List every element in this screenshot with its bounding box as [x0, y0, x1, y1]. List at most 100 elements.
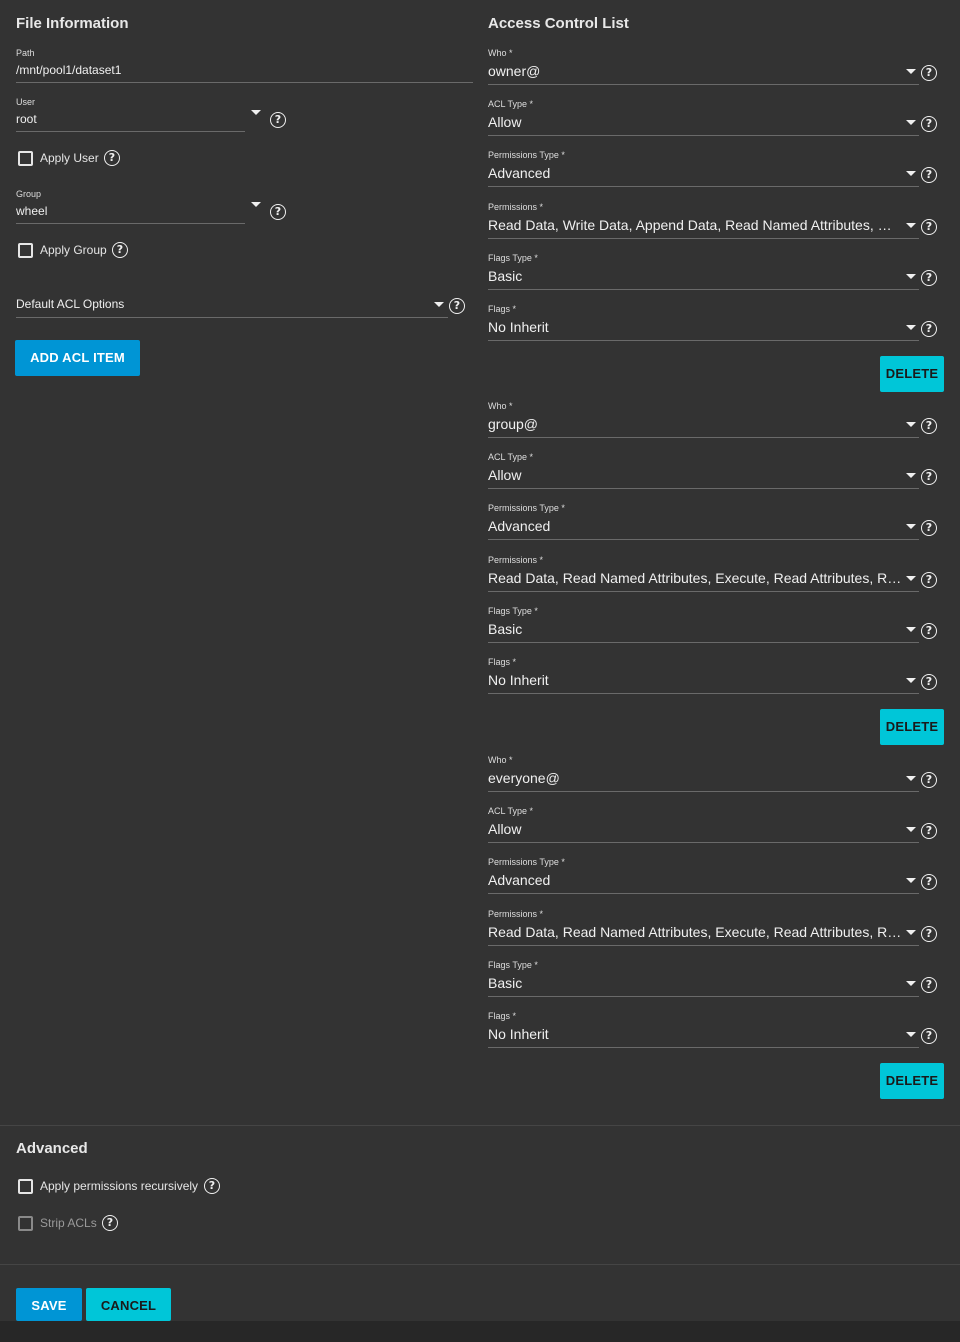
- group-select[interactable]: Group wheel: [16, 189, 245, 224]
- acl-item-0-permissions-help-icon[interactable]: ?: [921, 219, 937, 235]
- acl-item-2-acl-type-underline: [488, 842, 919, 843]
- apply-user-checkbox[interactable]: [18, 151, 33, 166]
- acl-item-1-permissions-caret-down-icon[interactable]: [906, 576, 916, 581]
- acl-item-1-flags-type-caret-down-icon[interactable]: [906, 627, 916, 632]
- acl-item-1-acl-type-help-icon[interactable]: ?: [921, 469, 937, 485]
- path-underline: [16, 82, 473, 83]
- acl-item-1-perm-type-caret-down-icon[interactable]: [906, 524, 916, 529]
- acl-item-0-acl-type-help-icon[interactable]: ?: [921, 116, 937, 132]
- acl-item-1-who-help-icon[interactable]: ?: [921, 418, 937, 434]
- acl-item-1-delete-button[interactable]: DELETE: [880, 709, 944, 745]
- acl-item-1-perm-type-help-icon[interactable]: ?: [921, 520, 937, 536]
- acl-item-2-acl-type-select[interactable]: ACL Type * Allow: [488, 806, 919, 843]
- acl-item-1-flags-caret-down-icon[interactable]: [906, 678, 916, 683]
- acl-item-2-permissions-label: Permissions *: [488, 909, 544, 919]
- acl-item-0-flags-select[interactable]: Flags * No Inherit: [488, 304, 919, 341]
- acl-item-2-perm-type-select[interactable]: Permissions Type * Advanced: [488, 857, 919, 894]
- acl-item-1-acl-type-select[interactable]: ACL Type * Allow: [488, 452, 919, 489]
- acl-item-0-perm-type-underline: [488, 186, 919, 187]
- group-help-icon[interactable]: ?: [270, 204, 286, 220]
- acl-item-2-who-caret-down-icon[interactable]: [906, 776, 916, 781]
- acl-item-0-perm-type-help-icon[interactable]: ?: [921, 167, 937, 183]
- acl-item-1-flags-select[interactable]: Flags * No Inherit: [488, 657, 919, 694]
- acl-item-2-perm-type-caret-down-icon[interactable]: [906, 878, 916, 883]
- acl-item-1-who-caret-down-icon[interactable]: [906, 422, 916, 427]
- apply-group-checkbox[interactable]: [18, 243, 33, 258]
- acl-item-2-permissions-select[interactable]: Permissions * Read Data, Read Named Attri…: [488, 909, 919, 946]
- page-bottom-strip: [0, 1321, 960, 1342]
- strip-acls-help-icon[interactable]: ?: [102, 1215, 118, 1231]
- acl-item-0-acl-type-caret-down-icon[interactable]: [906, 120, 916, 125]
- acl-item-1-flags-type-select[interactable]: Flags Type * Basic: [488, 606, 919, 643]
- group-caret-down-icon[interactable]: [251, 202, 261, 207]
- path-field[interactable]: Path /mnt/pool1/dataset1: [16, 48, 473, 83]
- acl-item-2-flags-caret-down-icon[interactable]: [906, 1032, 916, 1037]
- acl-item-2-flags-type-select[interactable]: Flags Type * Basic: [488, 960, 919, 997]
- add-acl-item-button[interactable]: ADD ACL ITEM: [15, 340, 140, 376]
- acl-item-1-perm-type-select[interactable]: Permissions Type * Advanced: [488, 503, 919, 540]
- acl-item-2-acl-type-help-icon[interactable]: ?: [921, 823, 937, 839]
- acl-item-0-perm-type-value: Advanced: [488, 165, 551, 181]
- acl-item-0-permissions-select[interactable]: Permissions * Read Data, Write Data, Appe…: [488, 202, 919, 239]
- acl-item-2-flags-help-icon[interactable]: ?: [921, 1028, 937, 1044]
- acl-item-0-flags-type-caret-down-icon[interactable]: [906, 274, 916, 279]
- apply-group-help-icon[interactable]: ?: [112, 242, 128, 258]
- acl-item-2-who-value: everyone@: [488, 770, 560, 786]
- acl-item-0-who-select[interactable]: Who * owner@: [488, 48, 919, 85]
- apply-recursively-checkbox[interactable]: [18, 1179, 33, 1194]
- acl-item-2-who-help-icon[interactable]: ?: [921, 772, 937, 788]
- acl-item-1-flags-type-help-icon[interactable]: ?: [921, 623, 937, 639]
- default-acl-help-icon[interactable]: ?: [449, 298, 465, 314]
- apply-recursively-help-icon[interactable]: ?: [204, 1178, 220, 1194]
- default-acl-options-select[interactable]: Default ACL Options: [16, 296, 448, 318]
- acl-item-2-delete-button[interactable]: DELETE: [880, 1063, 944, 1099]
- acl-item-1-perm-type-label: Permissions Type *: [488, 503, 565, 513]
- apply-user-help-icon[interactable]: ?: [104, 150, 120, 166]
- acl-item-1-who-select[interactable]: Who * group@: [488, 401, 919, 438]
- acl-item-2-flags-type-help-icon[interactable]: ?: [921, 977, 937, 993]
- user-caret-down-icon[interactable]: [251, 110, 261, 115]
- acl-item-2-flags-underline: [488, 1047, 919, 1048]
- user-help-icon[interactable]: ?: [270, 112, 286, 128]
- acl-item-1-perm-type-value: Advanced: [488, 518, 551, 534]
- acl-item-2-acl-type-value: Allow: [488, 821, 522, 837]
- acl-item-0-delete-button[interactable]: DELETE: [880, 356, 944, 392]
- acl-item-0-who-caret-down-icon[interactable]: [906, 69, 916, 74]
- acl-item-1-acl-type-label: ACL Type *: [488, 452, 534, 462]
- acl-item-0-flags-type-select[interactable]: Flags Type * Basic: [488, 253, 919, 290]
- acl-item-1-permissions-help-icon[interactable]: ?: [921, 572, 937, 588]
- acl-item-2-flags-type-caret-down-icon[interactable]: [906, 981, 916, 986]
- acl-item-1-acl-type-caret-down-icon[interactable]: [906, 473, 916, 478]
- acl-item-2-acl-type-label: ACL Type *: [488, 806, 534, 816]
- acl-item-0-acl-type-select[interactable]: ACL Type * Allow: [488, 99, 919, 136]
- acl-item-2-flags-value: No Inherit: [488, 1026, 549, 1042]
- acl-item-1-perm-type-underline: [488, 539, 919, 540]
- acl-item-0-flags-underline: [488, 340, 919, 341]
- acl-item-0-flags-value: No Inherit: [488, 319, 549, 335]
- acl-item-1-flags-help-icon[interactable]: ?: [921, 674, 937, 690]
- acl-item-0-flags-type-help-icon[interactable]: ?: [921, 270, 937, 286]
- acl-item-2-permissions-caret-down-icon[interactable]: [906, 930, 916, 935]
- strip-acls-checkbox[interactable]: [18, 1216, 33, 1231]
- acl-item-2-flags-select[interactable]: Flags * No Inherit: [488, 1011, 919, 1048]
- acl-item-1-who-value: group@: [488, 416, 539, 432]
- acl-item-0-perm-type-caret-down-icon[interactable]: [906, 171, 916, 176]
- acl-item-2-who-select[interactable]: Who * everyone@: [488, 755, 919, 792]
- acl-item-1-permissions-select[interactable]: Permissions * Read Data, Read Named Attri…: [488, 555, 919, 592]
- acl-item-0-permissions-caret-down-icon[interactable]: [906, 223, 916, 228]
- acl-item-2-flags-type-underline: [488, 996, 919, 997]
- acl-item-0-flags-help-icon[interactable]: ?: [921, 321, 937, 337]
- save-button[interactable]: SAVE: [16, 1288, 82, 1321]
- acl-item-0-perm-type-select[interactable]: Permissions Type * Advanced: [488, 150, 919, 187]
- acl-item-0-flags-type-label: Flags Type *: [488, 253, 538, 263]
- acl-item-2-permissions-help-icon[interactable]: ?: [921, 926, 937, 942]
- acl-item-2-perm-type-help-icon[interactable]: ?: [921, 874, 937, 890]
- acl-item-0-flags-type-underline: [488, 289, 919, 290]
- acl-item-0-who-help-icon[interactable]: ?: [921, 65, 937, 81]
- user-select[interactable]: User root: [16, 97, 245, 132]
- default-acl-caret-down-icon[interactable]: [434, 302, 444, 307]
- acl-item-2-acl-type-caret-down-icon[interactable]: [906, 827, 916, 832]
- acl-item-0-flags-caret-down-icon[interactable]: [906, 325, 916, 330]
- user-label: User: [16, 97, 36, 107]
- cancel-button[interactable]: CANCEL: [86, 1288, 171, 1321]
